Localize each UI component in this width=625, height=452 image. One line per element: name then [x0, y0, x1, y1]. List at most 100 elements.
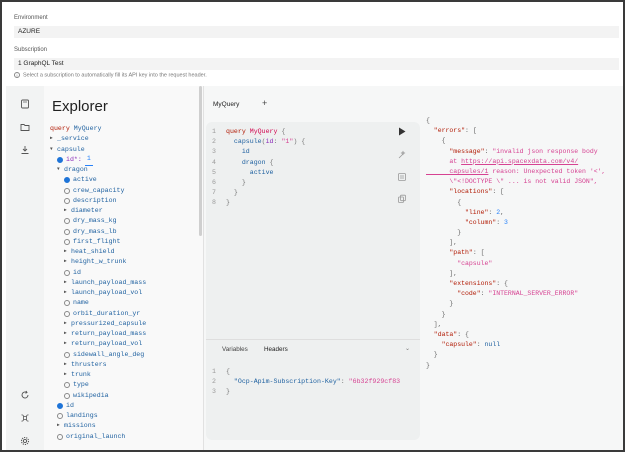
code-token: id: [226, 148, 250, 156]
caret-right-icon[interactable]: ▶: [64, 288, 71, 298]
explorer-row[interactable]: id: [50, 401, 146, 411]
download-icon[interactable]: [20, 145, 30, 155]
field-checkbox[interactable]: [57, 413, 63, 420]
line-number: 7: [212, 189, 216, 197]
caret-down-icon[interactable]: ▼: [50, 145, 57, 155]
field-label: crew_capacity: [73, 186, 125, 194]
explorer-row[interactable]: ▶ return_payload_mass: [50, 329, 146, 339]
field-label: _service: [57, 135, 89, 143]
explorer-row[interactable]: ▶ launch_payload_mass: [50, 278, 146, 288]
code-token: :: [476, 341, 485, 349]
headers-editor[interactable]: 1{2 "Ocp-Apim-Subscription-Key": "6b32f9…: [212, 367, 400, 398]
code-token: }: [426, 310, 446, 318]
explorer-row[interactable]: sidewall_angle_deg: [50, 350, 146, 360]
explorer-row[interactable]: name: [50, 298, 146, 308]
field-label: id: [73, 268, 81, 276]
caret-right-icon[interactable]: ▶: [64, 319, 71, 329]
tab-variables[interactable]: Variables: [222, 346, 248, 353]
field-checkbox[interactable]: [64, 238, 70, 245]
caret-right-icon[interactable]: ▶: [64, 329, 71, 339]
explorer-row[interactable]: ▶ thrusters: [50, 360, 146, 370]
field-checkbox[interactable]: [64, 382, 70, 389]
explorer-row[interactable]: type: [50, 380, 146, 390]
field-label: sidewall_angle_deg: [73, 350, 145, 358]
add-tab-button[interactable]: +: [262, 98, 267, 108]
folder-icon[interactable]: [20, 122, 30, 132]
explorer-row[interactable]: crew_capacity: [50, 186, 146, 196]
code-token: }: [426, 351, 438, 359]
field-checkbox[interactable]: [64, 197, 70, 204]
field-checkbox[interactable]: [64, 351, 70, 358]
refresh-icon[interactable]: [20, 390, 30, 400]
explorer-scrollbar[interactable]: [199, 86, 202, 236]
explorer-row[interactable]: ▶ pressurized_capsule: [50, 319, 146, 329]
subscription-select[interactable]: 1 GraphQL Test: [14, 58, 619, 70]
explorer-row[interactable]: original_launch: [50, 432, 146, 442]
code-line: 8}: [212, 198, 305, 208]
field-checkbox[interactable]: [57, 433, 63, 440]
merge-icon[interactable]: [397, 172, 407, 182]
field-checkbox[interactable]: [57, 156, 63, 163]
field-label: dry_mass_kg: [73, 217, 117, 225]
caret-right-icon[interactable]: ▶: [50, 134, 57, 144]
explorer-row[interactable]: ▶ trunk: [50, 370, 146, 380]
chevron-down-icon[interactable]: ⌄: [405, 345, 410, 352]
code-line: 7 }: [212, 188, 305, 198]
explorer-row[interactable]: id: [50, 268, 146, 278]
field-checkbox[interactable]: [64, 228, 70, 235]
explorer-row[interactable]: orbit_duration_yr: [50, 309, 146, 319]
field-checkbox[interactable]: [64, 310, 70, 317]
explorer-row[interactable]: description: [50, 196, 146, 206]
explorer-row[interactable]: ▶ heat_shield: [50, 247, 146, 257]
explorer-row[interactable]: ▶ diameter: [50, 206, 146, 216]
explorer-row[interactable]: ▼ dragon: [50, 165, 146, 175]
arg-value-input[interactable]: 1: [84, 154, 93, 166]
explorer-row[interactable]: ▶ return_payload_vol: [50, 339, 146, 349]
environment-select[interactable]: AZURE: [14, 26, 619, 38]
explorer-row[interactable]: id*: 1: [50, 154, 146, 166]
field-checkbox[interactable]: [64, 300, 70, 307]
explorer-row[interactable]: ▶ _service: [50, 134, 146, 144]
caret-right-icon[interactable]: ▶: [64, 247, 71, 257]
caret-right-icon[interactable]: ▶: [64, 257, 71, 267]
explorer-row[interactable]: landings: [50, 411, 146, 421]
caret-right-icon[interactable]: ▶: [64, 339, 71, 349]
field-label: description: [73, 196, 117, 204]
settings-icon[interactable]: [20, 436, 30, 446]
field-checkbox[interactable]: [64, 187, 70, 194]
field-checkbox[interactable]: [64, 269, 70, 276]
caret-right-icon[interactable]: ▶: [64, 206, 71, 216]
file-icon[interactable]: [20, 99, 30, 109]
explorer-row[interactable]: ▼ capsule: [50, 145, 146, 155]
tab-headers[interactable]: Headers: [264, 346, 288, 353]
field-checkbox[interactable]: [64, 177, 70, 184]
code-line: at https://api.spacexdata.com/v4/: [426, 157, 623, 167]
prettify-icon[interactable]: [397, 150, 407, 160]
copy-icon[interactable]: [397, 194, 407, 204]
explorer-row[interactable]: ▶ launch_payload_vol: [50, 288, 146, 298]
explorer-row[interactable]: first_flight: [50, 237, 146, 247]
explorer-row[interactable]: dry_mass_lb: [50, 227, 146, 237]
explorer-row[interactable]: active: [50, 175, 146, 185]
caret-down-icon[interactable]: ▼: [57, 165, 64, 175]
caret-right-icon[interactable]: ▶: [64, 370, 71, 380]
query-name-input[interactable]: MyQuery: [74, 124, 102, 134]
field-checkbox[interactable]: [64, 392, 70, 399]
caret-right-icon[interactable]: ▶: [57, 421, 64, 431]
explorer-row[interactable]: dry_mass_kg: [50, 216, 146, 226]
code-token: reason: Unexpected token '<',: [488, 167, 606, 175]
explorer-row[interactable]: wikipedia: [50, 391, 146, 401]
field-checkbox[interactable]: [64, 218, 70, 225]
run-icon[interactable]: [398, 127, 406, 136]
caret-right-icon[interactable]: ▶: [64, 360, 71, 370]
shortcut-icon[interactable]: [20, 413, 30, 423]
query-code[interactable]: 1 query MyQuery {2 capsule(id: "1") {3 id…: [212, 127, 305, 209]
field-checkbox[interactable]: [57, 402, 63, 409]
code-token: capsules/1: [426, 167, 489, 175]
code-token: "code": [426, 290, 481, 298]
tab-myquery[interactable]: MyQuery: [213, 101, 239, 108]
explorer-row[interactable]: ▶ missions: [50, 421, 146, 431]
line-number: 1: [212, 368, 216, 375]
caret-right-icon[interactable]: ▶: [64, 278, 71, 288]
explorer-row[interactable]: ▶ height_w_trunk: [50, 257, 146, 267]
